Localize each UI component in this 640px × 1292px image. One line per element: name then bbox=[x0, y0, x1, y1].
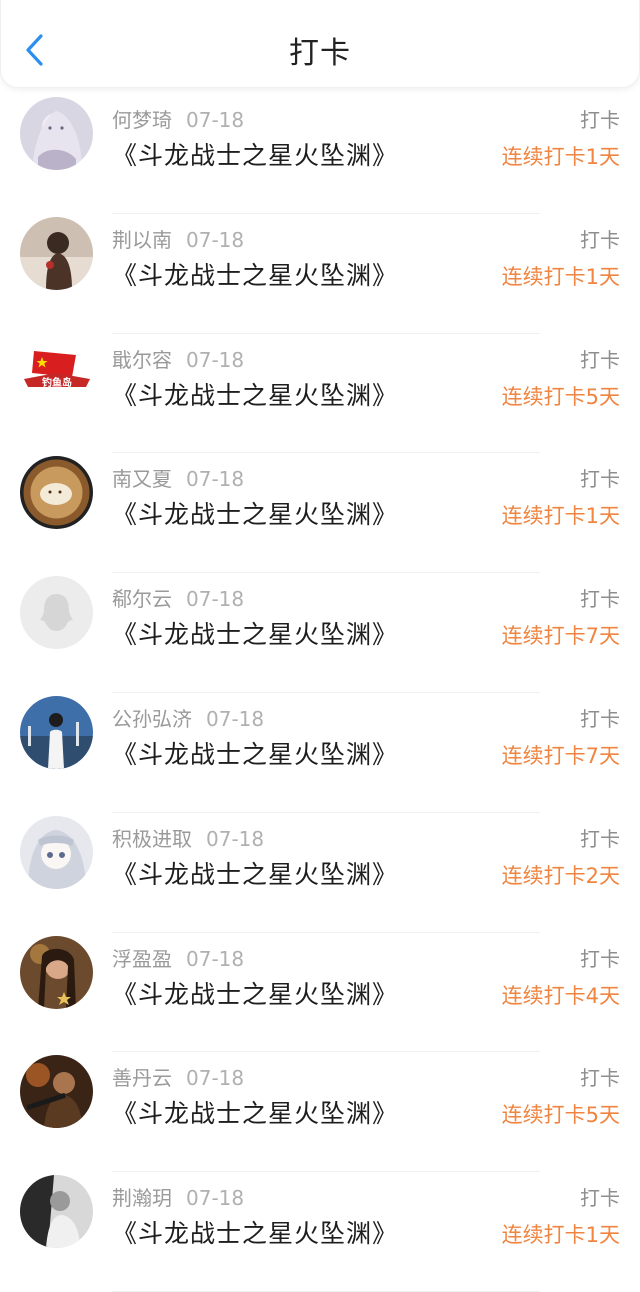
user-name[interactable]: 何梦琦 bbox=[112, 108, 172, 132]
checkin-date: 07-18 bbox=[186, 108, 245, 132]
checkin-action-label: 打卡 bbox=[580, 467, 620, 492]
streak-count: 连续打卡1天 bbox=[501, 1223, 620, 1248]
checkin-row[interactable]: 积极进取 07-18 《斗龙战士之星火坠渊》 打卡 连续打卡2天 bbox=[0, 813, 640, 933]
top-navigation-bar: 打卡 bbox=[0, 0, 640, 88]
checkin-action-label: 打卡 bbox=[580, 946, 620, 971]
checkin-action-label: 打卡 bbox=[580, 706, 620, 731]
streak-count: 连续打卡1天 bbox=[501, 504, 620, 529]
book-title[interactable]: 《斗龙战士之星火坠渊》 bbox=[112, 495, 398, 531]
avatar-caption: 钓鱼岛 bbox=[42, 376, 72, 389]
checkin-date: 07-18 bbox=[186, 1066, 245, 1091]
avatar[interactable] bbox=[20, 97, 93, 170]
checkin-date: 07-18 bbox=[206, 706, 265, 731]
checkin-action-label: 打卡 bbox=[580, 587, 620, 612]
checkin-date: 07-18 bbox=[206, 826, 265, 851]
user-name[interactable]: 郗尔云 bbox=[112, 587, 172, 611]
avatar[interactable] bbox=[20, 935, 93, 1009]
page-title: 打卡 bbox=[289, 36, 351, 71]
streak-count: 连续打卡2天 bbox=[501, 863, 620, 888]
checkin-row[interactable]: 善丹云 07-18 《斗龙战士之星火坠渊》 打卡 连续打卡5天 bbox=[0, 1052, 640, 1172]
default-avatar-icon bbox=[20, 576, 93, 650]
checkin-date: 07-18 bbox=[186, 347, 245, 372]
book-title[interactable]: 《斗龙战士之星火坠渊》 bbox=[112, 975, 398, 1011]
avatar[interactable] bbox=[20, 1055, 93, 1129]
checkin-date: 07-18 bbox=[186, 467, 245, 492]
avatar[interactable] bbox=[20, 815, 93, 889]
checkin-date: 07-18 bbox=[186, 946, 245, 971]
checkin-row[interactable]: 何梦琦 07-18 《斗龙战士之星火坠渊》 打卡 连续打卡1天 bbox=[0, 94, 640, 214]
avatar[interactable] bbox=[20, 576, 93, 650]
user-name[interactable]: 南又夏 bbox=[112, 467, 172, 491]
book-title[interactable]: 《斗龙战士之星火坠渊》 bbox=[112, 136, 398, 172]
streak-count: 连续打卡1天 bbox=[501, 264, 620, 289]
avatar[interactable] bbox=[20, 216, 93, 290]
user-name[interactable]: 荆瀚玥 bbox=[112, 1186, 172, 1210]
avatar[interactable] bbox=[20, 1175, 93, 1249]
checkin-action-label: 打卡 bbox=[580, 1186, 620, 1211]
book-title[interactable]: 《斗龙战士之星火坠渊》 bbox=[112, 256, 398, 292]
book-title[interactable]: 《斗龙战士之星火坠渊》 bbox=[112, 1214, 398, 1250]
user-name[interactable]: 浮盈盈 bbox=[112, 947, 172, 971]
user-name[interactable]: 积极进取 bbox=[112, 827, 192, 851]
streak-count: 连续打卡4天 bbox=[501, 983, 620, 1008]
streak-count: 连续打卡5天 bbox=[501, 384, 620, 409]
checkin-date: 07-18 bbox=[186, 587, 245, 612]
streak-count: 连续打卡1天 bbox=[501, 145, 620, 169]
checkin-action-label: 打卡 bbox=[580, 826, 620, 851]
book-title[interactable]: 《斗龙战士之星火坠渊》 bbox=[112, 855, 398, 891]
checkin-row[interactable]: 荆瀚玥 07-18 《斗龙战士之星火坠渊》 打卡 连续打卡1天 bbox=[0, 1172, 640, 1292]
avatar[interactable]: 钓鱼岛 bbox=[20, 336, 93, 410]
checkin-row[interactable]: 公孙弘济 07-18 《斗龙战士之星火坠渊》 打卡 连续打卡7天 bbox=[0, 693, 640, 813]
checkin-row[interactable]: 荆以南 07-18 《斗龙战士之星火坠渊》 打卡 连续打卡1天 bbox=[0, 214, 640, 334]
checkin-action-label: 打卡 bbox=[580, 227, 620, 252]
checkin-list: 何梦琦 07-18 《斗龙战士之星火坠渊》 打卡 连续打卡1天 荆以南 07-18 … bbox=[0, 94, 640, 1292]
book-title[interactable]: 《斗龙战士之星火坠渊》 bbox=[112, 376, 398, 412]
book-title[interactable]: 《斗龙战士之星火坠渊》 bbox=[112, 1094, 398, 1130]
streak-count: 连续打卡5天 bbox=[501, 1103, 620, 1128]
avatar[interactable] bbox=[20, 456, 93, 530]
checkin-date: 07-18 bbox=[186, 227, 245, 252]
streak-count: 连续打卡7天 bbox=[501, 624, 620, 649]
checkin-row[interactable]: 浮盈盈 07-18 《斗龙战士之星火坠渊》 打卡 连续打卡4天 bbox=[0, 933, 640, 1053]
book-title[interactable]: 《斗龙战士之星火坠渊》 bbox=[112, 735, 398, 771]
user-name[interactable]: 公孙弘济 bbox=[112, 707, 192, 731]
checkin-row[interactable]: 郗尔云 07-18 《斗龙战士之星火坠渊》 打卡 连续打卡7天 bbox=[0, 573, 640, 693]
user-name[interactable]: 善丹云 bbox=[112, 1066, 172, 1090]
checkin-action-label: 打卡 bbox=[580, 108, 620, 132]
checkin-row[interactable]: 钓鱼岛 戢尔容 07-18 《斗龙战士之星火坠渊》 打卡 连续打卡5天 bbox=[0, 334, 640, 454]
checkin-date: 07-18 bbox=[186, 1186, 245, 1211]
checkin-action-label: 打卡 bbox=[580, 347, 620, 372]
user-name[interactable]: 戢尔容 bbox=[112, 348, 172, 372]
avatar[interactable] bbox=[20, 695, 93, 769]
book-title[interactable]: 《斗龙战士之星火坠渊》 bbox=[112, 615, 398, 651]
checkin-action-label: 打卡 bbox=[580, 1066, 620, 1091]
user-name[interactable]: 荆以南 bbox=[112, 228, 172, 252]
checkin-row[interactable]: 南又夏 07-18 《斗龙战士之星火坠渊》 打卡 连续打卡1天 bbox=[0, 453, 640, 573]
streak-count: 连续打卡7天 bbox=[501, 743, 620, 768]
